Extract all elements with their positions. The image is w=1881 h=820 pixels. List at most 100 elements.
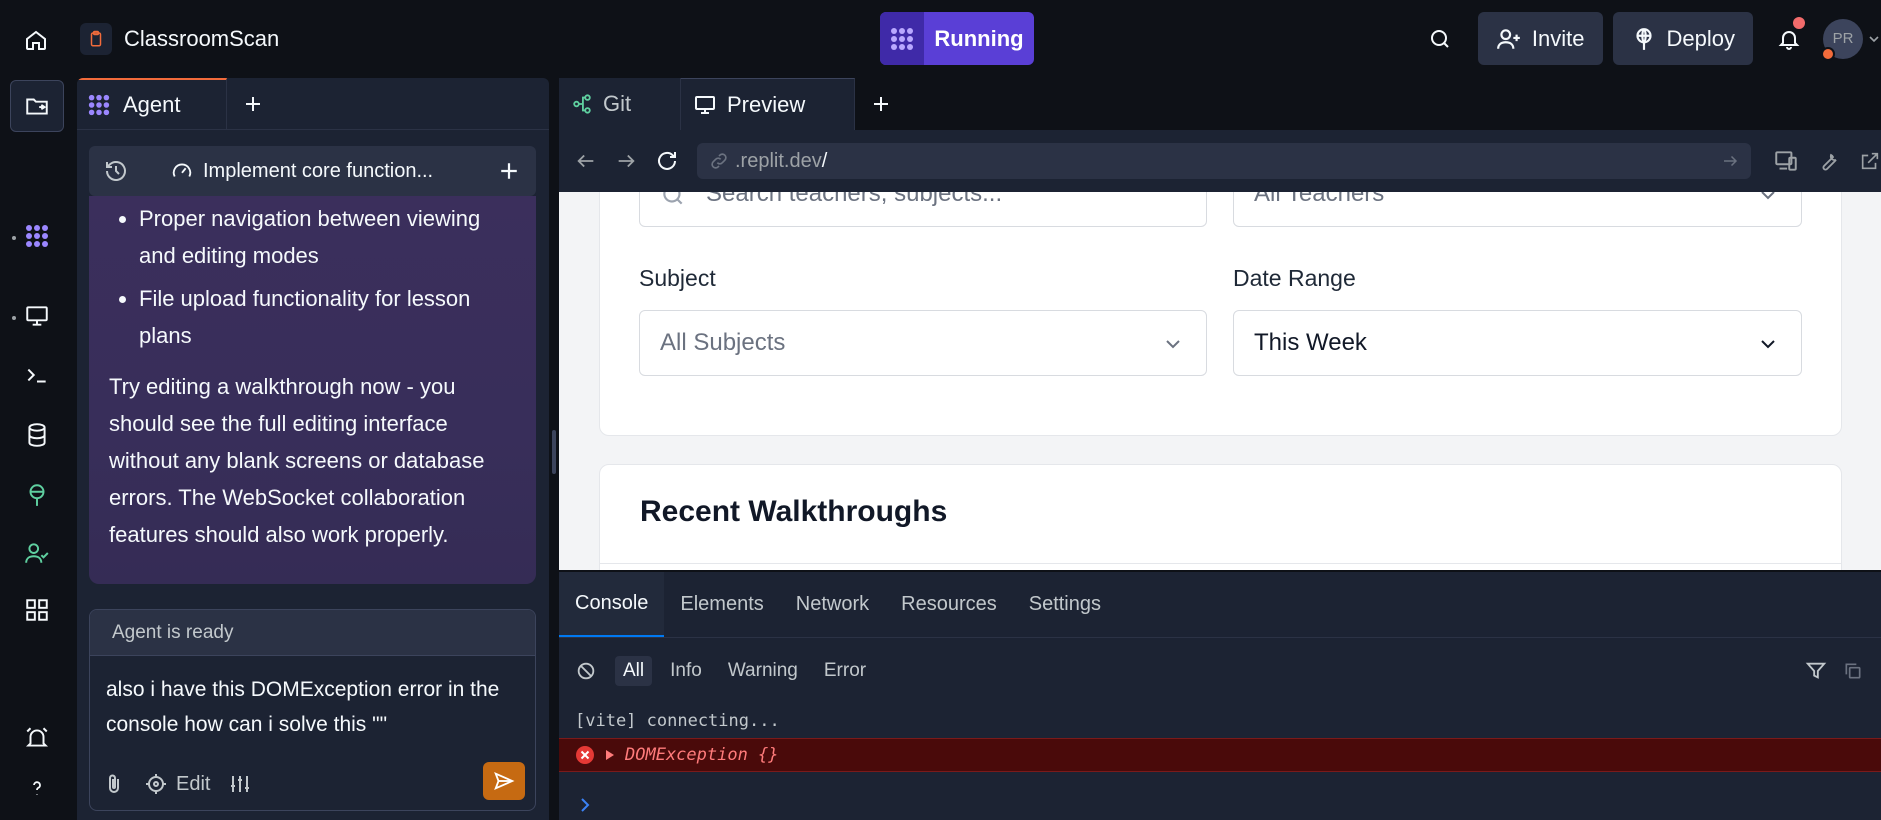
agent-message: Proper navigation between viewing and ed…	[89, 196, 536, 584]
history-icon[interactable]	[89, 159, 143, 183]
run-button[interactable]: Running	[880, 12, 1034, 65]
date-range-select[interactable]: This Week	[1233, 310, 1802, 376]
divider	[600, 563, 1841, 564]
repl-name: ClassroomScan	[124, 26, 280, 51]
edit-label: Edit	[176, 772, 211, 795]
invite-button[interactable]: Invite	[1477, 12, 1603, 65]
link-icon	[711, 153, 727, 169]
back-icon[interactable]	[575, 150, 597, 172]
tab-settings[interactable]: Settings	[1013, 572, 1117, 637]
invite-label: Invite	[1531, 25, 1585, 51]
filter-warning[interactable]: Warning	[720, 656, 806, 686]
paperclip-icon[interactable]	[102, 772, 126, 796]
teacher-select[interactable]: All Teachers	[1233, 192, 1802, 227]
monitor-icon	[695, 95, 715, 114]
add-tab-icon[interactable]	[227, 78, 279, 129]
add-tab-icon[interactable]	[855, 78, 907, 130]
url-path: /	[821, 149, 828, 172]
expand-triangle-icon[interactable]	[605, 749, 615, 761]
file-tree-icon[interactable]	[10, 80, 64, 132]
sliders-icon[interactable]	[228, 772, 252, 796]
chevron-down-icon	[1761, 340, 1775, 349]
reload-icon[interactable]	[655, 149, 679, 173]
deploy-icon	[1635, 27, 1652, 50]
tab-resources[interactable]: Resources	[885, 572, 1013, 637]
console-filter-bar: All Info Warning Error	[559, 638, 1881, 704]
date-range-label: Date Range	[1233, 265, 1356, 291]
send-button[interactable]	[483, 762, 525, 800]
teacher-select-value: All Teachers	[1254, 192, 1385, 207]
badge-dot	[1821, 46, 1835, 61]
add-user-icon	[1497, 28, 1520, 49]
url-input[interactable]: .replit.dev/	[697, 143, 1751, 179]
bell-icon[interactable]	[1769, 16, 1809, 59]
clear-console-icon[interactable]	[575, 660, 597, 682]
top-bar: ClassroomScan Running Invite Deploy PR	[0, 0, 1881, 78]
target-icon	[146, 774, 166, 794]
subject-label: Subject	[639, 265, 716, 291]
shell-icon[interactable]	[17, 355, 57, 395]
search-icon	[663, 192, 683, 205]
edit-button[interactable]: Edit	[144, 772, 210, 796]
preview-icon[interactable]	[17, 296, 57, 336]
users-icon[interactable]	[17, 533, 57, 573]
new-window-icon[interactable]	[1859, 150, 1881, 172]
repl-title[interactable]: ClassroomScan	[80, 22, 279, 56]
clipboard-icon	[80, 23, 112, 55]
devices-icon[interactable]	[1773, 148, 1799, 174]
git-icon	[573, 94, 591, 114]
avatar[interactable]: PR	[1821, 18, 1863, 61]
tab-network[interactable]: Network	[780, 572, 885, 637]
copy-icon[interactable]	[1843, 661, 1863, 681]
help-icon[interactable]	[17, 768, 57, 808]
notification-dot	[1793, 16, 1805, 29]
agent-icon[interactable]	[17, 216, 57, 256]
tab-console[interactable]: Console	[559, 572, 665, 637]
agent-panel: Agent Implement core function... Proper …	[77, 78, 549, 820]
filter-icon[interactable]	[1805, 660, 1827, 682]
panel-resize-handle[interactable]	[552, 430, 556, 474]
agent-status: Agent is ready	[90, 610, 535, 656]
error-text: DOMException {}	[625, 745, 779, 765]
subject-select[interactable]: All Subjects	[639, 310, 1207, 376]
deployments-icon[interactable]	[17, 475, 57, 515]
database-icon[interactable]	[17, 415, 57, 455]
search-icon[interactable]	[1420, 19, 1460, 59]
agent-prompt-input[interactable]: also i have this DOMException error in t…	[90, 656, 535, 760]
go-arrow-icon[interactable]	[1721, 152, 1739, 170]
tab-preview[interactable]: Preview	[681, 78, 855, 130]
wrench-icon[interactable]	[1817, 149, 1841, 173]
filter-info[interactable]: Info	[662, 656, 710, 686]
rail-dot	[12, 316, 16, 320]
date-range-value: This Week	[1254, 329, 1367, 356]
subject-select-value: All Subjects	[660, 329, 786, 356]
agent-logo-icon	[88, 94, 110, 115]
tab-git[interactable]: Git	[559, 78, 681, 130]
agent-tabs: Agent	[77, 78, 549, 130]
tab-elements[interactable]: Elements	[664, 572, 779, 637]
alarm-icon[interactable]	[17, 718, 57, 758]
gauge-icon	[172, 163, 192, 177]
filter-error[interactable]: Error	[816, 656, 874, 686]
new-task-icon[interactable]	[482, 161, 536, 181]
forward-icon[interactable]	[615, 150, 637, 172]
run-label: Running	[934, 25, 1024, 51]
devtools-tabs: Console Elements Network Resources Setti…	[559, 572, 1881, 638]
list-item: Proper navigation between viewing and ed…	[139, 200, 516, 274]
agent-input-box: Agent is ready also i have this DOMExcep…	[89, 609, 536, 811]
agent-logo-icon	[880, 12, 924, 65]
search-input[interactable]: Search teachers, subjects...	[639, 192, 1207, 227]
chevron-down-icon	[1166, 340, 1180, 349]
deploy-button[interactable]: Deploy	[1612, 12, 1753, 65]
tab-agent[interactable]: Agent	[77, 78, 227, 129]
chevron-down-icon[interactable]	[1867, 19, 1881, 59]
home-icon[interactable]	[18, 22, 54, 58]
right-pane: Git Preview .replit.dev/ Search teachers…	[559, 78, 1881, 820]
left-rail	[0, 78, 74, 820]
filter-all[interactable]: All	[615, 656, 653, 686]
console-error-line[interactable]: DOMException {}	[559, 738, 1881, 772]
console-log-line: [vite] connecting...	[575, 711, 780, 731]
task-title[interactable]: Implement core function...	[143, 160, 482, 183]
apps-grid-icon[interactable]	[17, 590, 57, 630]
console-prompt-icon[interactable]	[577, 796, 595, 814]
